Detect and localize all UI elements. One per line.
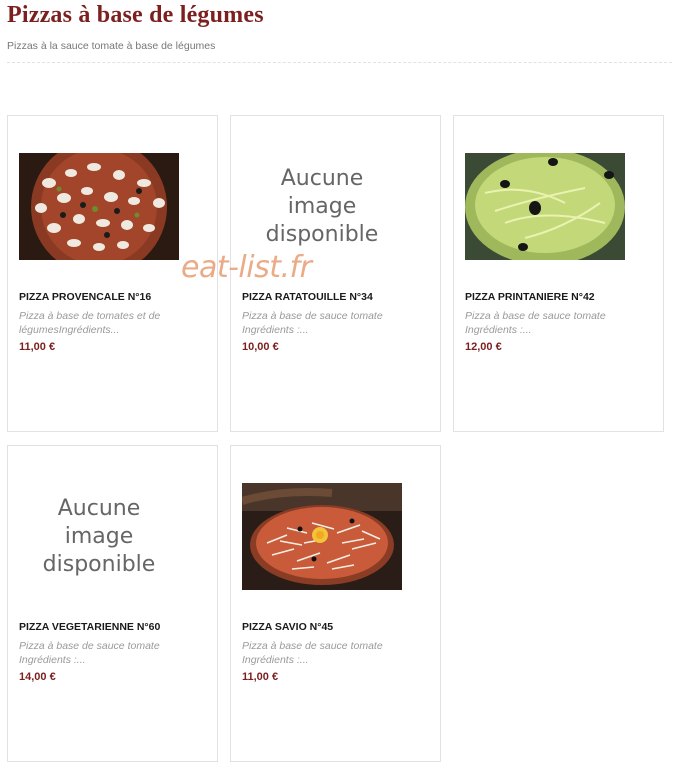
- product-name[interactable]: PIZZA PRINTANIERE N°42: [465, 291, 595, 303]
- product-description: Pizza à base de sauce tomate Ingrédients…: [242, 640, 383, 666]
- product-card[interactable]: PIZZA PRINTANIERE N°42 Pizza à base de s…: [453, 115, 664, 432]
- product-description: Pizza à base de tomates et de légumesIng…: [19, 310, 161, 336]
- product-card[interactable]: Aucune image disponible PIZZA VEGETARIEN…: [7, 445, 218, 762]
- divider: [7, 62, 672, 63]
- product-name[interactable]: PIZZA SAVIO N°45: [242, 621, 333, 633]
- no-image-placeholder: Aucune image disponible: [42, 495, 156, 577]
- product-price: 11,00 €: [242, 671, 279, 683]
- product-name[interactable]: PIZZA RATATOUILLE N°34: [242, 291, 373, 303]
- page-subtitle: Pizzas à la sauce tomate à base de légum…: [7, 40, 216, 52]
- product-image-pizza-provencale[interactable]: [19, 153, 179, 260]
- product-price: 14,00 €: [19, 671, 56, 683]
- product-card[interactable]: PIZZA SAVIO N°45 Pizza à base de sauce t…: [230, 445, 441, 762]
- product-image-pizza-savio[interactable]: [242, 483, 402, 590]
- product-description: Pizza à base de sauce tomate Ingrédients…: [19, 640, 160, 666]
- product-name[interactable]: PIZZA VEGETARIENNE N°60: [19, 621, 160, 633]
- product-image-pizza-printaniere[interactable]: [465, 153, 625, 260]
- product-price: 11,00 €: [19, 341, 56, 353]
- no-image-placeholder: Aucune image disponible: [265, 165, 379, 247]
- watermark: eat-list.fr: [181, 250, 312, 285]
- product-name[interactable]: PIZZA PROVENCALE N°16: [19, 291, 151, 303]
- product-price: 12,00 €: [465, 341, 502, 353]
- product-description: Pizza à base de sauce tomate Ingrédients…: [465, 310, 606, 336]
- product-description: Pizza à base de sauce tomate Ingrédients…: [242, 310, 383, 336]
- product-price: 10,00 €: [242, 341, 279, 353]
- page-title: Pizzas à base de légumes: [7, 2, 264, 28]
